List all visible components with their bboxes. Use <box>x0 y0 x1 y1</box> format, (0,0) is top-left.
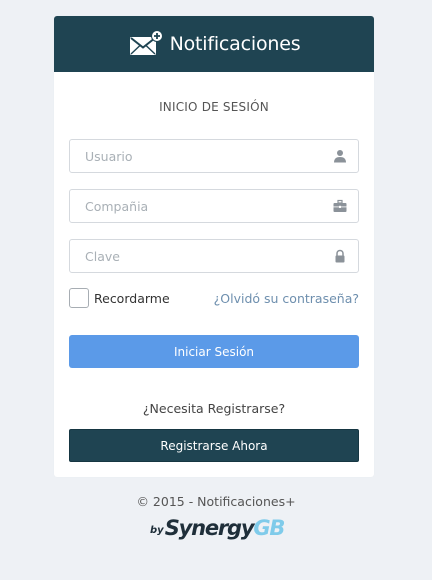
logo-accent: GB <box>253 516 285 540</box>
register-prompt: ¿Necesita Registrarse? <box>142 401 286 416</box>
company-field[interactable] <box>69 189 359 223</box>
forgot-password-link[interactable]: ¿Olvidó su contraseña? <box>214 291 359 306</box>
synergygb-logo: by Synergy GB <box>150 512 285 540</box>
password-field[interactable] <box>69 239 359 273</box>
password-input[interactable] <box>70 240 358 272</box>
lock-icon <box>335 249 345 263</box>
footer-copyright: © 2015 - Notificaciones+ <box>136 494 296 509</box>
app-title: Notificaciones <box>169 33 301 55</box>
briefcase-icon <box>333 199 347 212</box>
login-button[interactable]: Iniciar Sesión <box>69 335 359 368</box>
user-icon <box>334 150 346 163</box>
remember-label: Recordarme <box>94 290 170 306</box>
envelope-plus-icon <box>129 30 163 55</box>
username-input[interactable] <box>70 140 358 172</box>
username-field[interactable] <box>69 139 359 173</box>
brand: Notificaciones <box>128 30 301 57</box>
logo-by: by <box>150 525 164 536</box>
login-heading: INICIO DE SESIÓN <box>159 100 269 114</box>
logo-main: Synergy <box>164 516 255 540</box>
card-header: Notificaciones <box>54 16 374 72</box>
remember-checkbox[interactable] <box>69 288 89 308</box>
remember-me[interactable]: Recordarme <box>69 288 170 308</box>
login-card: Notificaciones INICIO DE SESIÓN Recordar… <box>54 16 374 477</box>
company-input[interactable] <box>70 190 358 222</box>
register-button[interactable]: Registrarse Ahora <box>69 429 359 462</box>
